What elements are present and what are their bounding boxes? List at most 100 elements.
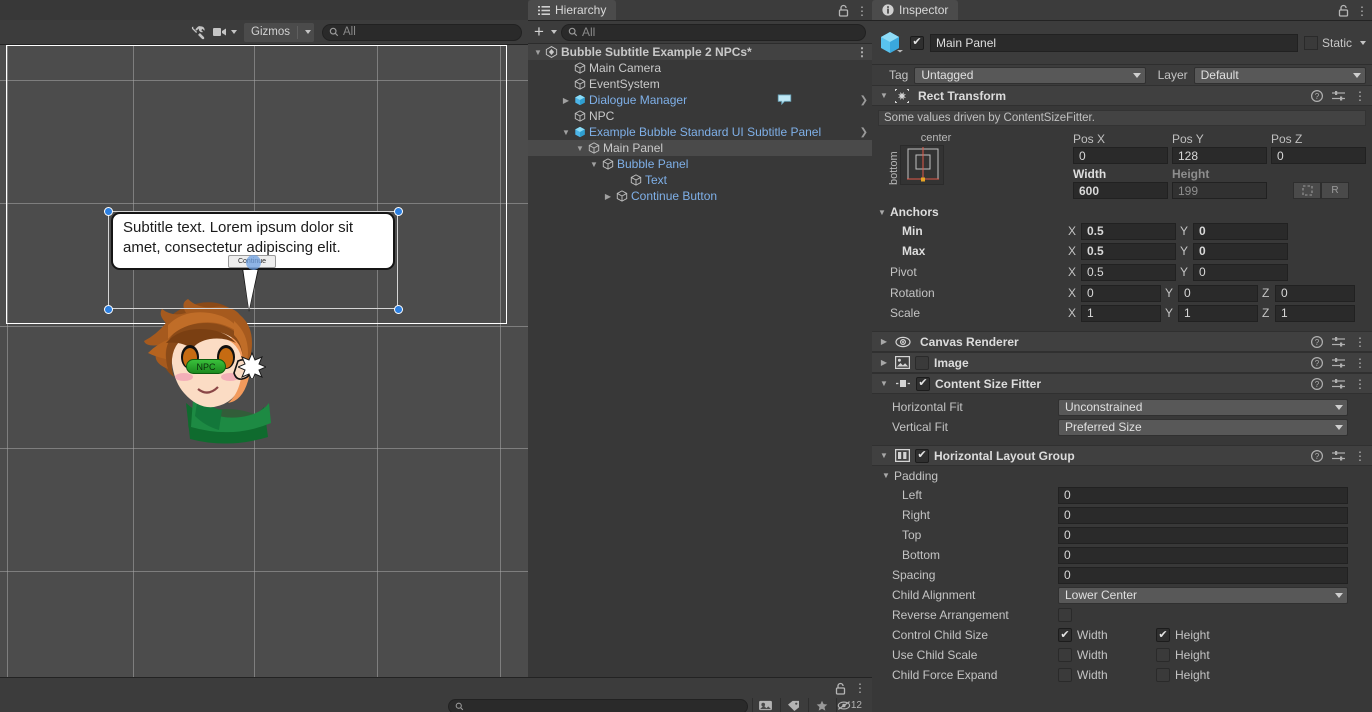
component-header-horizontal-layout-group[interactable]: ▼ ✔ Horizontal Layout Group ? ⋮ (872, 445, 1372, 466)
foldout-expanded-icon[interactable]: ▼ (878, 91, 890, 100)
chevron-down-icon[interactable] (1360, 40, 1366, 45)
raw-edit-mode-button[interactable]: R (1321, 182, 1349, 199)
blueprint-mode-button[interactable] (1293, 182, 1321, 199)
preset-sliders-icon[interactable] (1332, 90, 1345, 102)
hierarchy-item-main-camera[interactable]: Main Camera (528, 60, 872, 76)
prefab-cube-icon[interactable] (878, 30, 904, 56)
foldout-collapsed-icon[interactable]: ▶ (878, 337, 890, 346)
object-enabled-checkbox[interactable]: ✔ (910, 35, 924, 50)
pos-z-field[interactable]: 0 (1271, 147, 1366, 164)
open-prefab-arrow-icon[interactable]: ❯ (860, 95, 868, 106)
scale-x-field[interactable]: 1 (1081, 304, 1161, 322)
rotation-z-field[interactable]: 0 (1275, 284, 1355, 302)
lock-icon[interactable] (835, 682, 846, 695)
hierarchy-item-main-panel[interactable]: ▼ Main Panel (528, 140, 872, 156)
width-field[interactable]: 600 (1073, 182, 1168, 199)
control-child-size-width[interactable]: ✔ Width (1058, 628, 1156, 642)
favorite-star-icon[interactable] (808, 698, 834, 712)
checkbox[interactable]: ✔ (1058, 628, 1072, 642)
gizmos-menu[interactable]: Gizmos (244, 22, 314, 42)
resize-handle-top-right[interactable] (394, 207, 403, 216)
scale-z-field[interactable]: 1 (1275, 304, 1355, 322)
preset-sliders-icon[interactable] (1332, 357, 1345, 369)
open-prefab-arrow-icon[interactable]: ❯ (860, 127, 868, 138)
resize-handle-bottom-left[interactable] (104, 305, 113, 314)
preset-sliders-icon[interactable] (1332, 336, 1345, 348)
audio-gizmo-icon[interactable] (238, 350, 266, 378)
help-circle-icon[interactable]: ? (1311, 377, 1323, 390)
help-circle-icon[interactable]: ? (1311, 89, 1323, 102)
kebab-menu-icon[interactable]: ⋮ (854, 682, 866, 694)
child-force-expand-height[interactable]: Height (1156, 668, 1210, 682)
checkbox[interactable] (1156, 648, 1170, 662)
pivot-y-field[interactable]: 0 (1193, 263, 1288, 281)
height-field[interactable]: 199 (1172, 182, 1267, 199)
kebab-menu-icon[interactable]: ⋮ (856, 5, 868, 17)
object-name-field[interactable]: Main Panel (930, 33, 1298, 52)
foldout-expanded-icon[interactable]: ▼ (878, 451, 890, 460)
horizontal-fit-dropdown[interactable]: Unconstrained (1058, 398, 1348, 416)
anchors-foldout[interactable]: ▼ Anchors (878, 203, 1366, 221)
content-size-fitter-enabled-checkbox[interactable]: ✔ (916, 376, 930, 391)
foldout-expanded-icon[interactable]: ▼ (574, 144, 586, 153)
static-toggle-group[interactable]: Static (1303, 35, 1366, 50)
kebab-menu-icon[interactable]: ⋮ (1354, 357, 1366, 369)
padding-bottom-field[interactable]: 0 (1058, 546, 1348, 564)
anchor-max-x-field[interactable]: 0.5 (1081, 242, 1176, 260)
pos-y-field[interactable]: 128 (1172, 147, 1267, 164)
hierarchy-item-text[interactable]: Text (528, 172, 872, 188)
hierarchy-item-eventsystem[interactable]: EventSystem (528, 76, 872, 92)
checkbox[interactable] (1058, 668, 1072, 682)
padding-right-field[interactable]: 0 (1058, 506, 1348, 524)
tab-inspector[interactable]: Inspector (872, 0, 959, 20)
component-header-canvas-renderer[interactable]: ▶ Canvas Renderer ? ⋮ (872, 331, 1372, 352)
tab-hierarchy[interactable]: Hierarchy (528, 0, 617, 20)
hierarchy-item-continue-button[interactable]: ▶ Continue Button (528, 188, 872, 204)
hierarchy-item-bubble-subtitle-example-2-npcs[interactable]: ▼ Bubble Subtitle Example 2 NPCs* ⋮ (528, 44, 872, 60)
scene-viewport[interactable]: NPC Subtitle text. Lorem ipsum dolor sit… (0, 45, 528, 677)
kebab-menu-icon[interactable]: ⋮ (1354, 378, 1366, 390)
tag-dropdown[interactable]: Untagged (914, 66, 1146, 84)
padding-foldout[interactable]: ▼ Padding (872, 466, 1372, 485)
padding-left-field[interactable]: 0 (1058, 486, 1348, 504)
preset-sliders-icon[interactable] (1332, 378, 1345, 390)
hierarchy-search-input[interactable]: All (560, 23, 866, 41)
npc-gizmo-label[interactable]: NPC (186, 359, 226, 374)
use-child-scale-height[interactable]: Height (1156, 648, 1210, 662)
scene-search-input[interactable]: All (322, 23, 522, 41)
checkbox[interactable] (1058, 648, 1072, 662)
pos-x-field[interactable]: 0 (1073, 147, 1168, 164)
child-force-expand-width[interactable]: Width (1058, 668, 1156, 682)
hierarchy-item-dialogue-manager[interactable]: ▶ Dialogue Manager ❯ (528, 92, 872, 108)
vertical-fit-dropdown[interactable]: Preferred Size (1058, 418, 1348, 436)
rotation-y-field[interactable]: 0 (1178, 284, 1258, 302)
use-child-scale-width[interactable]: Width (1058, 648, 1156, 662)
horizontal-layout-group-enabled-checkbox[interactable]: ✔ (915, 448, 929, 463)
add-gameobject-button[interactable]: + (534, 23, 557, 40)
resize-handle-bottom-right[interactable] (394, 305, 403, 314)
rotation-x-field[interactable]: 0 (1081, 284, 1161, 302)
child-alignment-dropdown[interactable]: Lower Center (1058, 586, 1348, 604)
kebab-menu-icon[interactable]: ⋮ (1354, 336, 1366, 348)
anchor-max-y-field[interactable]: 0 (1193, 242, 1288, 260)
foldout-expanded-icon[interactable]: ▼ (560, 128, 572, 137)
pivot-x-field[interactable]: 0.5 (1081, 263, 1176, 281)
hierarchy-item-example-bubble-standard-ui-subtitle-panel[interactable]: ▼ Example Bubble Standard UI Subtitle Pan… (528, 124, 872, 140)
component-header-content-size-fitter[interactable]: ▼ ✔ Content Size Fitter ? ⋮ (872, 373, 1372, 394)
foldout-collapsed-icon[interactable]: ▶ (878, 358, 890, 367)
foldout-expanded-icon[interactable]: ▼ (878, 379, 890, 388)
anchor-preset-widget[interactable] (900, 145, 944, 185)
component-header-rect-transform[interactable]: ▼ Rect Transform ? ⋮ (872, 85, 1372, 106)
lock-icon[interactable] (838, 4, 849, 17)
foldout-collapsed-icon[interactable]: ▶ (560, 96, 572, 105)
scene-camera-menu[interactable] (210, 23, 240, 42)
resize-handle-top-left[interactable] (104, 207, 113, 216)
preset-sliders-icon[interactable] (1332, 450, 1345, 462)
anchor-min-y-field[interactable]: 0 (1193, 222, 1288, 240)
help-circle-icon[interactable]: ? (1311, 356, 1323, 369)
scale-y-field[interactable]: 1 (1178, 304, 1258, 322)
kebab-menu-icon[interactable]: ⋮ (1354, 450, 1366, 462)
kebab-menu-icon[interactable]: ⋮ (856, 46, 868, 58)
checkbox[interactable]: ✔ (1156, 628, 1170, 642)
help-circle-icon[interactable]: ? (1311, 335, 1323, 348)
